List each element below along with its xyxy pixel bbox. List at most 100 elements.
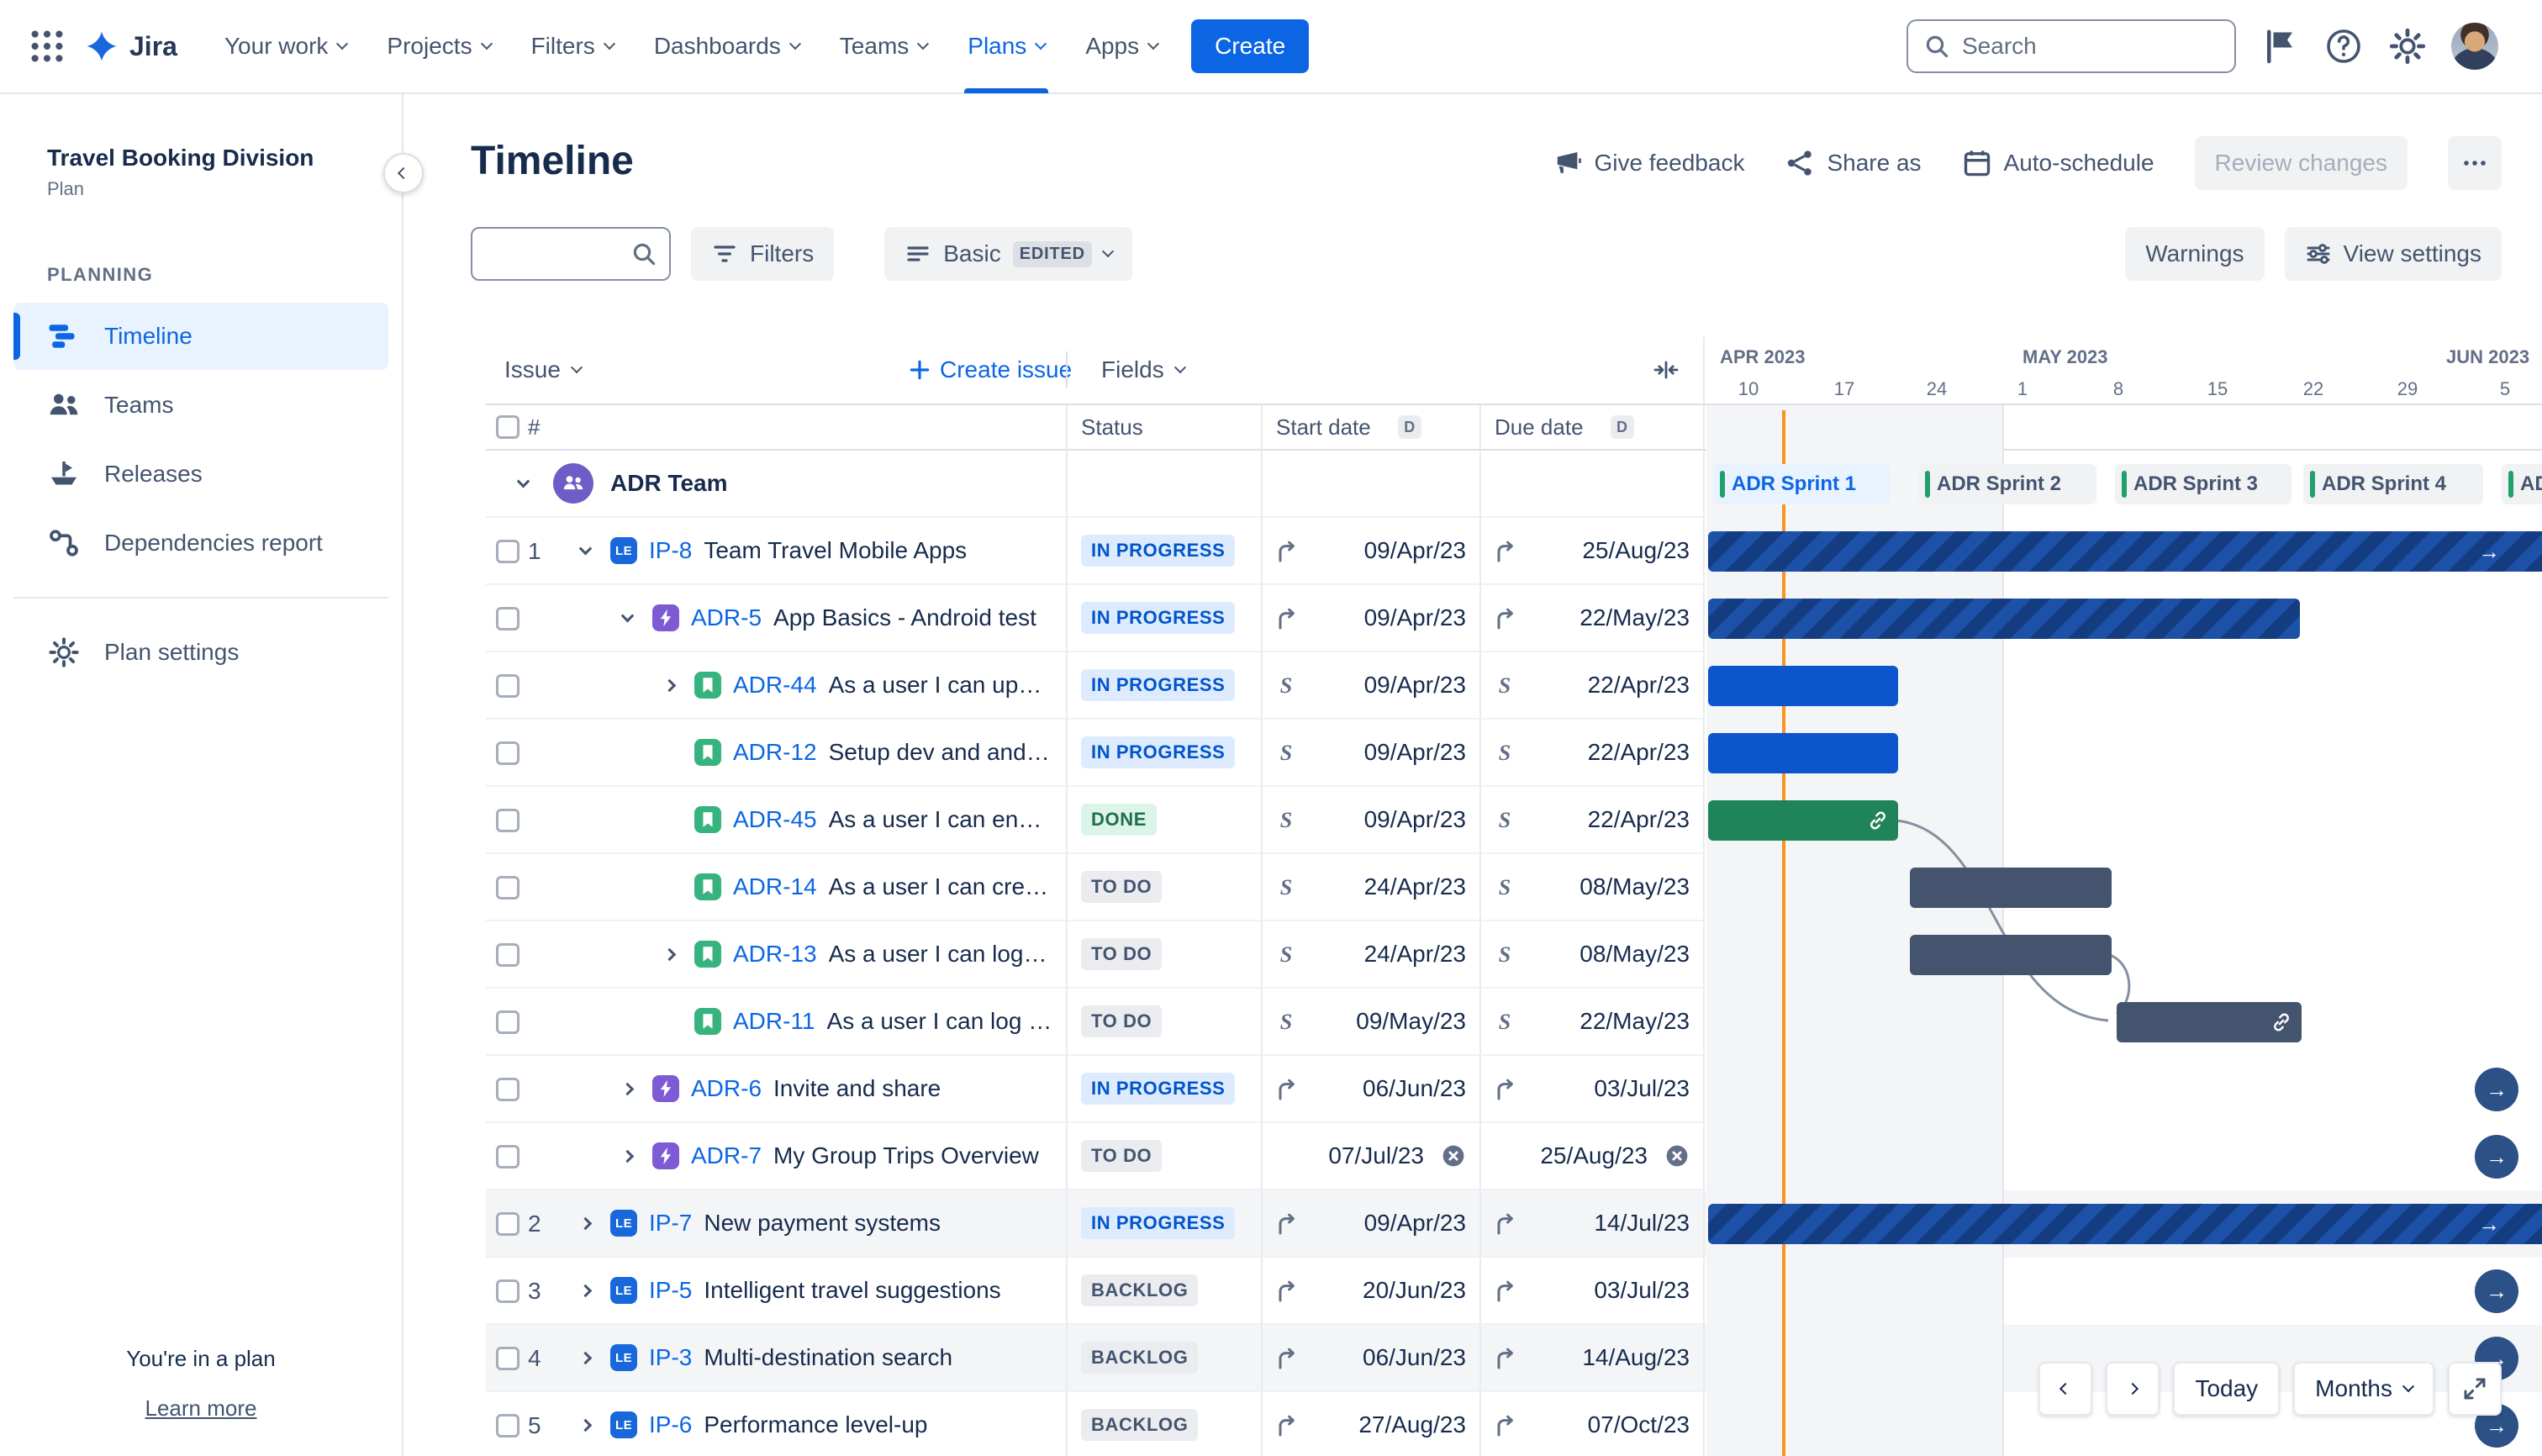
issue-key-link[interactable]: IP-7 bbox=[649, 1210, 692, 1237]
jira-logo[interactable]: Jira bbox=[84, 29, 177, 64]
start-date-column-header[interactable]: Start date D bbox=[1261, 405, 1479, 451]
nav-item-apps[interactable]: Apps bbox=[1068, 19, 1174, 73]
issue-key-link[interactable]: ADR-44 bbox=[733, 672, 817, 699]
row-checkbox[interactable] bbox=[496, 876, 519, 899]
issue-key-link[interactable]: ADR-14 bbox=[733, 873, 817, 900]
row-checkbox[interactable] bbox=[496, 741, 519, 765]
user-avatar[interactable] bbox=[2451, 23, 2498, 70]
sprint-chip[interactable]: ADR Sprint 1 bbox=[1713, 464, 1890, 504]
clear-date-icon[interactable] bbox=[1664, 1143, 1690, 1168]
issue-row-ADR-44[interactable]: ADR-44 As a user I can up… IN PROGRESS S 09/… bbox=[486, 652, 2542, 720]
issue-row-IP-5[interactable]: 3 LE IP-5 Intelligent travel suggestions BAC… bbox=[486, 1258, 2542, 1325]
nav-item-your-work[interactable]: Your work bbox=[208, 19, 363, 73]
gantt-bar[interactable]: → bbox=[1708, 531, 2542, 572]
expand-chevron-icon[interactable] bbox=[656, 941, 683, 968]
sprint-chip[interactable]: ADR Sprint 4 bbox=[2303, 464, 2483, 504]
expand-chevron-icon[interactable] bbox=[572, 1344, 599, 1371]
app-switcher-icon[interactable] bbox=[27, 26, 67, 66]
issue-row-IP-8[interactable]: 1 LE IP-8 Team Travel Mobile Apps IN PROGRES… bbox=[486, 518, 2542, 585]
bar-continues-indicator[interactable]: → bbox=[2475, 1269, 2518, 1313]
issue-row-ADR-5[interactable]: ADR-5 App Basics - Android test IN PROGRES… bbox=[486, 585, 2542, 652]
issue-key-link[interactable]: IP-3 bbox=[649, 1344, 692, 1371]
sidebar-item-releases[interactable]: Releases bbox=[13, 440, 388, 508]
bar-continues-indicator[interactable]: → bbox=[2475, 1068, 2518, 1111]
help-icon[interactable] bbox=[2323, 26, 2364, 66]
issue-row-ADR-12[interactable]: ADR-12 Setup dev and and … IN PROGRESS S 09/… bbox=[486, 720, 2542, 787]
issue-key-link[interactable]: IP-8 bbox=[649, 537, 692, 564]
row-checkbox[interactable] bbox=[496, 1414, 519, 1438]
expand-chevron-icon[interactable] bbox=[572, 1277, 599, 1304]
gantt-bar[interactable] bbox=[1910, 868, 2112, 908]
create-button[interactable]: Create bbox=[1191, 19, 1310, 73]
status-lozenge[interactable]: TO DO bbox=[1081, 871, 1163, 903]
status-lozenge[interactable]: TO DO bbox=[1081, 938, 1163, 970]
gantt-bar[interactable] bbox=[1708, 666, 1898, 706]
issue-key-link[interactable]: ADR-5 bbox=[691, 604, 762, 631]
sprint-chip[interactable]: ADR Sprint 3 bbox=[2115, 464, 2291, 504]
collapse-chevron-icon[interactable] bbox=[509, 470, 536, 497]
row-checkbox[interactable] bbox=[496, 674, 519, 698]
row-checkbox[interactable] bbox=[496, 943, 519, 967]
settings-gear-icon[interactable] bbox=[2387, 26, 2428, 66]
status-lozenge[interactable]: IN PROGRESS bbox=[1081, 602, 1236, 634]
sidebar-item-timeline[interactable]: Timeline bbox=[13, 303, 388, 370]
view-settings-button[interactable]: View settings bbox=[2284, 227, 2502, 281]
gantt-bar[interactable] bbox=[1708, 733, 1898, 773]
status-column-header[interactable]: Status bbox=[1066, 405, 1261, 451]
issue-column-dropdown[interactable]: Issue bbox=[504, 336, 583, 404]
global-search[interactable] bbox=[1906, 19, 2236, 73]
filters-button[interactable]: Filters bbox=[691, 227, 835, 281]
nav-item-projects[interactable]: Projects bbox=[370, 19, 507, 73]
collapse-chevron-icon[interactable] bbox=[572, 537, 599, 564]
row-checkbox[interactable] bbox=[496, 1212, 519, 1236]
status-lozenge[interactable]: BACKLOG bbox=[1081, 1274, 1199, 1306]
view-selector-button[interactable]: Basic EDITED bbox=[884, 227, 1132, 281]
nav-item-teams[interactable]: Teams bbox=[823, 19, 944, 73]
issue-key-link[interactable]: ADR-7 bbox=[691, 1142, 762, 1169]
gantt-bar[interactable] bbox=[2117, 1002, 2302, 1042]
issue-row-ADR-13[interactable]: ADR-13 As a user I can log i… TO DO S 24/Apr… bbox=[486, 921, 2542, 989]
gantt-bar[interactable]: → bbox=[1708, 1204, 2542, 1244]
status-lozenge[interactable]: IN PROGRESS bbox=[1081, 736, 1236, 768]
give-feedback-button[interactable]: Give feedback bbox=[1552, 148, 1744, 178]
gantt-bar[interactable] bbox=[1708, 599, 2300, 639]
due-date-column-header[interactable]: Due date D bbox=[1479, 405, 1703, 451]
create-issue-button[interactable]: Create issue bbox=[908, 336, 1072, 404]
issue-key-link[interactable]: ADR-6 bbox=[691, 1075, 762, 1102]
issue-row-ADR-45[interactable]: ADR-45 As a user I can ena… DONE S 09/Apr/23… bbox=[486, 787, 2542, 854]
fullscreen-button[interactable] bbox=[2448, 1362, 2502, 1416]
today-button[interactable]: Today bbox=[2173, 1362, 2281, 1416]
row-checkbox[interactable] bbox=[496, 1078, 519, 1101]
row-checkbox[interactable] bbox=[496, 1145, 519, 1168]
sprint-chip[interactable]: AD bbox=[2502, 464, 2542, 504]
nav-item-dashboards[interactable]: Dashboards bbox=[637, 19, 816, 73]
more-actions-button[interactable] bbox=[2448, 136, 2502, 190]
gantt-bar[interactable] bbox=[1708, 800, 1898, 841]
bar-continues-indicator[interactable]: → bbox=[2475, 1135, 2518, 1179]
auto-schedule-button[interactable]: Auto-schedule bbox=[1962, 148, 2154, 178]
warnings-button[interactable]: Warnings bbox=[2125, 227, 2265, 281]
status-lozenge[interactable]: IN PROGRESS bbox=[1081, 535, 1236, 567]
issue-key-link[interactable]: ADR-11 bbox=[733, 1008, 815, 1035]
issue-row-ADR-14[interactable]: ADR-14 As a user I can cre… TO DO S 24/Apr/2… bbox=[486, 854, 2542, 921]
status-lozenge[interactable]: TO DO bbox=[1081, 1140, 1163, 1172]
gantt-bar[interactable] bbox=[1910, 935, 2112, 975]
clear-date-icon[interactable] bbox=[1441, 1143, 1466, 1168]
row-checkbox[interactable] bbox=[496, 607, 519, 630]
scroll-right-button[interactable] bbox=[2106, 1362, 2160, 1416]
row-checkbox[interactable] bbox=[496, 540, 519, 563]
review-changes-button[interactable]: Review changes bbox=[2194, 136, 2408, 190]
issue-key-link[interactable]: IP-5 bbox=[649, 1277, 692, 1304]
sidebar-item-dependencies-report[interactable]: Dependencies report bbox=[13, 509, 388, 577]
sidebar-item-teams[interactable]: Teams bbox=[13, 372, 388, 439]
flag-icon[interactable] bbox=[2260, 26, 2300, 66]
learn-more-link[interactable]: Learn more bbox=[145, 1395, 257, 1422]
expand-chevron-icon[interactable] bbox=[656, 672, 683, 699]
status-lozenge[interactable]: BACKLOG bbox=[1081, 1409, 1199, 1441]
zoom-level-dropdown[interactable]: Months bbox=[2293, 1362, 2434, 1416]
issue-key-link[interactable]: ADR-45 bbox=[733, 806, 817, 833]
status-lozenge[interactable]: IN PROGRESS bbox=[1081, 1073, 1236, 1105]
status-lozenge[interactable]: DONE bbox=[1081, 804, 1157, 836]
timeline-search[interactable] bbox=[471, 227, 671, 281]
row-checkbox[interactable] bbox=[496, 1279, 519, 1303]
